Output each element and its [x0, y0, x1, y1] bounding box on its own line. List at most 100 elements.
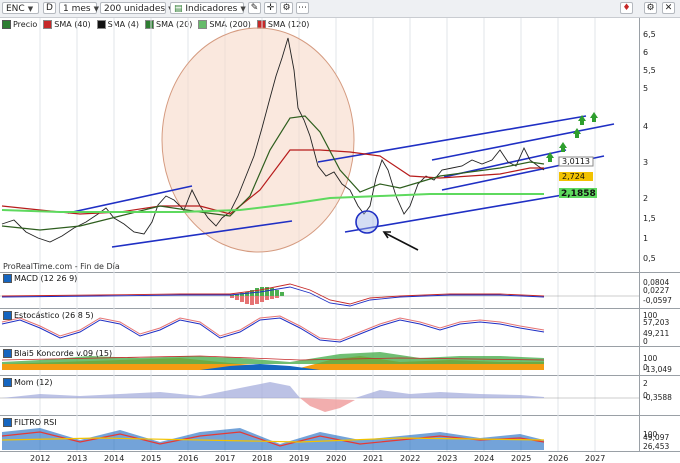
indicator-icon [3, 274, 12, 283]
price-badge-1: 3,0113 [562, 157, 590, 166]
panel-label-mom[interactable]: Mom (12) [3, 378, 53, 387]
legend-item-sma4[interactable]: SMA (4) [96, 20, 139, 29]
price-badge-2: 2,724 [562, 172, 585, 181]
d-label: D [46, 3, 53, 13]
panel-title: Estocástico (26 8 5) [14, 311, 94, 320]
panel-title: MACD (12 26 9) [14, 274, 78, 283]
indicator-icon [3, 349, 12, 358]
trend-channels [67, 115, 615, 248]
source-label: ProRealTime.com - Fin de Día [3, 262, 120, 271]
ticker-select[interactable]: ENC ▼ [2, 2, 39, 14]
draw-tool-button[interactable]: ✎ [248, 2, 261, 14]
panel-title: Blai5 Koncorde v.09 (15) [14, 349, 113, 358]
panel-label-macd[interactable]: MACD (12 26 9) [3, 274, 77, 283]
highlight-ellipse [161, 27, 355, 253]
period-label: 1 mes [63, 4, 91, 14]
swatch-icon [198, 20, 208, 29]
legend-item-sma120[interactable]: SMA (120) [256, 20, 310, 29]
x-tick-label: 2016 [178, 454, 198, 463]
chevron-down-icon: ▼ [27, 5, 34, 13]
x-tick-label: 2020 [326, 454, 346, 463]
legend-item-sma200[interactable]: SMA (200) [198, 20, 251, 29]
price-tick-label: 6,5 [643, 30, 656, 39]
legend-label: SMA (20) [155, 20, 193, 29]
panel-label-koncorde[interactable]: Blai5 Koncorde v.09 (15) [3, 349, 112, 358]
legend-item-price[interactable]: Precio [2, 20, 37, 29]
legend-label: Precio [13, 20, 38, 29]
panel-tick-label: 0 [643, 337, 648, 346]
checkbox-icon [2, 20, 11, 29]
swatch-icon [256, 20, 266, 29]
options-button[interactable]: ⚙ [644, 2, 657, 14]
price-badge-3: 2,1858 [561, 189, 596, 199]
x-tick-label: 2023 [437, 454, 457, 463]
panel-title: FILTRO RSI [14, 418, 57, 427]
x-tick-label: 2019 [289, 454, 309, 463]
indicator-icon [3, 311, 12, 320]
panel-label-stoch[interactable]: Estocástico (26 8 5) [3, 311, 94, 320]
macd-panel [0, 283, 639, 307]
x-tick-label: 2014 [104, 454, 124, 463]
swatch-icon [96, 20, 106, 29]
units-select[interactable]: 200 unidades▼ [100, 2, 174, 14]
indicator-icon [3, 378, 12, 387]
d-button[interactable]: D [43, 2, 56, 14]
gear-icon: ⚙ [646, 3, 655, 13]
price-line [1, 37, 545, 243]
x-tick-label: 2027 [585, 454, 605, 463]
legend-label: SMA (4) [107, 20, 139, 29]
x-tick-label: 2012 [30, 454, 50, 463]
chevron-down-icon: ▼ [240, 5, 246, 13]
indicators-label: Indicadores [185, 4, 238, 14]
panel-tick-label: 49,211 [643, 329, 669, 338]
x-tick-label: 2015 [141, 454, 161, 463]
momentum-panel [0, 382, 639, 412]
close-icon: ✕ [664, 3, 673, 13]
x-tick-label: 2018 [252, 454, 272, 463]
up-arrows [546, 112, 598, 162]
indicator-icon [3, 418, 12, 427]
panel-label-rsi[interactable]: FILTRO RSI [3, 418, 57, 427]
crosshair-icon: ✛ [266, 3, 275, 13]
price-tick-label: 0,5 [643, 254, 656, 263]
price-badges: 3,0113 2,724 2,1858 [558, 156, 597, 199]
x-tick-label: 2022 [400, 454, 420, 463]
panel-tick-label: 2 [643, 379, 648, 388]
legend-item-sma20[interactable]: SMA (20) [144, 20, 193, 29]
panel-tick-label: 57,203 [643, 318, 669, 327]
crosshair-tool-button[interactable]: ✛ [264, 2, 277, 14]
units-label: 200 unidades [104, 4, 166, 14]
indicators-icon: ▤ [174, 4, 183, 14]
price-tick-label: 4 [643, 122, 648, 131]
panel-tick-label: 100 [643, 311, 658, 320]
more-tools-button[interactable]: ⋯ [296, 2, 309, 14]
alert-button[interactable]: ♦ [620, 2, 633, 14]
indicators-button[interactable]: ▤ Indicadores ▼ [170, 2, 246, 14]
price-tick-label: 6 [643, 48, 648, 57]
panel-tick-label: 0 [643, 363, 648, 372]
panel-title: Mom (12) [14, 378, 53, 387]
period-select[interactable]: 1 mes ▼ [59, 2, 99, 14]
panel-tick-label: 100 [643, 354, 658, 363]
price-tick-label: 1 [643, 234, 648, 243]
price-tick-label: 5,5 [643, 66, 656, 75]
swatch-icon [144, 20, 154, 29]
panel-tick-label: 0 [643, 391, 648, 400]
panel-tick-label: 100 [643, 430, 658, 439]
close-button[interactable]: ✕ [662, 2, 675, 14]
panel-tick-label: 0,0227 [643, 286, 669, 295]
marker-circle [355, 210, 379, 234]
settings-tool-button[interactable]: ⚙ [280, 2, 293, 14]
legend-label: SMA (120) [267, 20, 310, 29]
x-tick-label: 2013 [67, 454, 87, 463]
x-tick-label: 2021 [363, 454, 383, 463]
panel-tick-label: 26,453 [643, 442, 669, 451]
rsi-panel [1, 428, 545, 450]
sma-200-line [1, 193, 544, 213]
legend-item-sma40[interactable]: SMA (40) [43, 20, 91, 29]
panel-tick-label: -0,0597 [643, 296, 672, 305]
legend-label: SMA (200) [209, 20, 251, 29]
price-tick-label: 1,5 [643, 214, 656, 223]
toolbar: ENC▼ D 1 mes▼ 200 unidades▼ ▤ Indicadore… [0, 0, 680, 18]
more-icon: ⋯ [298, 3, 307, 13]
